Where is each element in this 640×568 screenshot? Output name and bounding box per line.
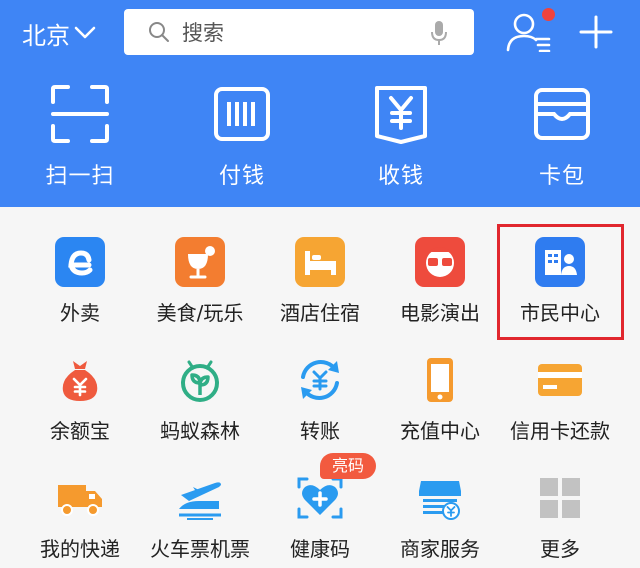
train-plane-icon [179,482,221,520]
card-wallet-button[interactable]: 卡包 [492,84,632,190]
scan-button[interactable]: 扫一扫 [10,84,150,190]
search-input[interactable]: 搜索 [124,9,474,55]
notification-dot [540,6,557,23]
grid-item-hotel[interactable]: 酒店住宿 [258,237,382,326]
grid-item-label: 电影演出 [400,301,480,325]
health-code-icon [297,477,343,519]
city-label: 北京 [22,21,70,50]
plus-icon[interactable] [578,14,614,50]
receive-button[interactable]: 收钱 [331,84,471,190]
grid-item-recharge[interactable]: 充值中心 [378,355,502,444]
grid-item-ant-forest[interactable]: 蚂蚁森林 [138,355,262,444]
transfer-icon [301,360,339,400]
top-actions: 扫一扫 付钱 收钱 卡包 [0,84,640,194]
chevron-down-icon [74,26,96,39]
sprout-icon [181,360,219,402]
more-grid-icon [540,478,580,518]
receive-yuan-icon [375,86,427,144]
grid-item-merchant[interactable]: 商家服务 [378,473,502,562]
scan-label: 扫一扫 [45,164,115,189]
grid-item-label: 外卖 [60,301,100,325]
store-icon [419,481,461,520]
grid-item-label: 火车票机票 [150,537,250,561]
grid-item-label: 酒店住宿 [280,301,360,325]
grid-item-label: 充值中心 [400,419,480,443]
card-wallet-label: 卡包 [538,164,585,189]
money-bag-icon [62,361,98,401]
barcode-icon [214,87,270,141]
city-selector[interactable]: 北京 [22,16,96,50]
grid-item-food[interactable]: 美食/玩乐 [138,237,262,326]
grid-item-more[interactable]: 更多 [498,473,622,562]
grid-item-health-code[interactable]: 健康码 [258,473,382,562]
grid-item-label: 信用卡还款 [510,419,610,443]
pay-button[interactable]: 付钱 [172,84,312,190]
credit-card-icon [538,364,582,396]
grid-item-label: 美食/玩乐 [156,301,244,325]
truck-icon [58,485,102,516]
grid-item-transfer[interactable]: 转账 [258,355,382,444]
grid-item-takeout[interactable]: 外卖 [18,237,142,326]
pay-label: 付钱 [218,164,265,189]
movie-glasses-icon [415,237,465,287]
grid-item-label: 转账 [300,419,340,443]
scan-icon [51,85,109,143]
grid-item-label: 我的快递 [40,537,120,561]
grid-item-label: 余额宝 [50,419,110,443]
hotel-bed-icon [295,237,345,287]
grid-item-label: 更多 [540,537,580,561]
wallet-icon [534,88,590,140]
grid-item-yuebao[interactable]: 余额宝 [18,355,142,444]
phone-icon [427,358,453,402]
grid-item-label: 蚂蚁森林 [160,419,240,443]
health-code-badge: 亮码 [320,453,376,479]
highlight-box-citizen-center [497,224,624,340]
grid-item-label: 商家服务 [400,537,480,561]
grid-item-movie[interactable]: 电影演出 [378,237,502,326]
microphone-icon[interactable] [430,20,448,46]
grid-item-credit-card[interactable]: 信用卡还款 [498,355,622,444]
grid-item-train-plane[interactable]: 火车票机票 [138,473,262,562]
receive-label: 收钱 [377,164,424,189]
search-icon [149,22,169,42]
eleme-icon [55,237,105,287]
contacts-button[interactable] [506,6,557,53]
grid-item-label: 健康码 [290,537,350,561]
grid-item-express[interactable]: 我的快递 [18,473,142,562]
food-icon [175,237,225,287]
top-header: 北京 搜索 扫一扫 付钱 收钱 卡包 [0,0,640,207]
search-placeholder: 搜索 [182,21,224,45]
